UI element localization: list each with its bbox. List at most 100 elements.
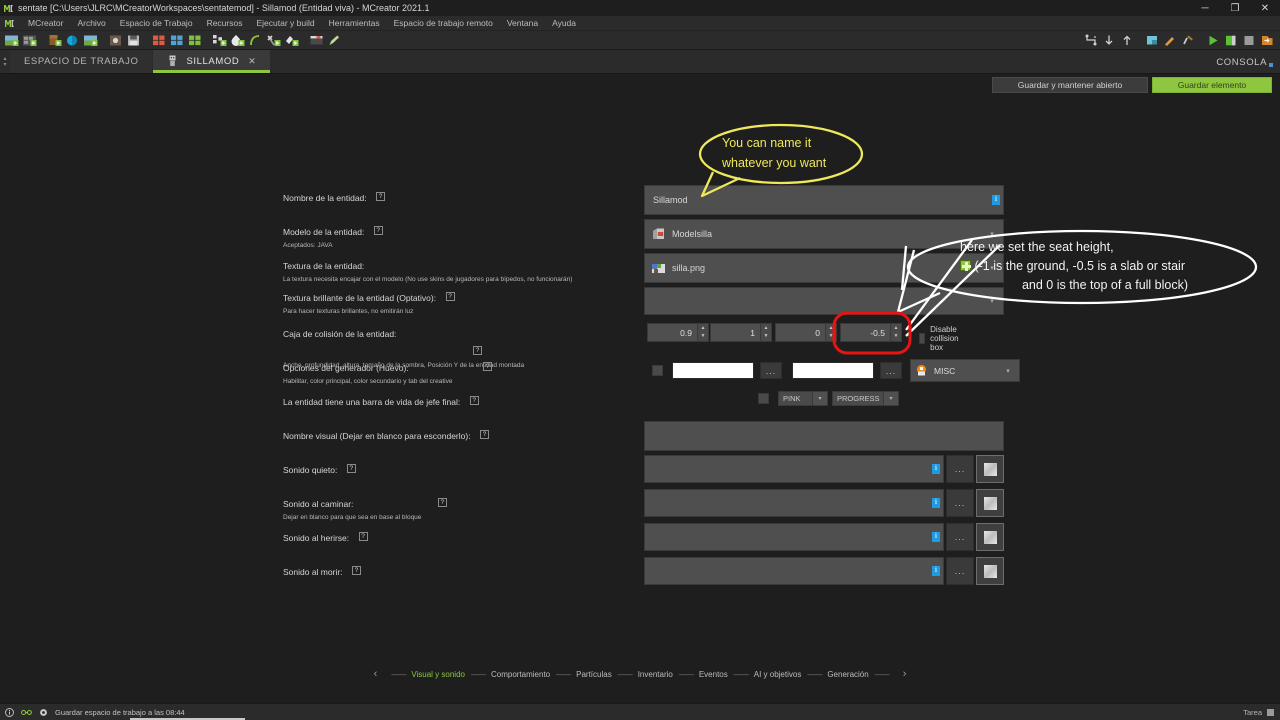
new-workspace-icon[interactable] <box>3 32 20 49</box>
menu-item-espacio-de-trabajo-remoto[interactable]: Espacio de trabajo remoto <box>387 16 500 31</box>
boss-bar-color-combo[interactable]: PINK ▾ <box>778 391 828 406</box>
spinner-up-icon[interactable]: ▲ <box>891 324 901 333</box>
paint-icon[interactable] <box>283 32 300 49</box>
gear-icon[interactable] <box>39 708 48 717</box>
glow-texture-combo[interactable]: ▾ <box>644 287 1004 315</box>
menu-item-ejecutar-y-build[interactable]: Ejecutar y build <box>249 16 321 31</box>
help-icon[interactable]: ? <box>351 566 361 576</box>
chevron-down-icon[interactable]: ▾ <box>812 392 827 405</box>
spinner-up-icon[interactable]: ▲ <box>761 324 771 333</box>
tab-espacio-de-trabajo[interactable]: ESPACIO DE TRABAJO <box>10 50 153 73</box>
layout-icon[interactable] <box>1082 32 1099 49</box>
entity-model-combo[interactable]: Modelsilla ▾ <box>644 219 1004 249</box>
step-sound-input[interactable] <box>644 489 944 517</box>
open-workspace-icon[interactable] <box>21 32 38 49</box>
gradle-icon[interactable] <box>1161 32 1178 49</box>
help-icon[interactable]: ? <box>358 532 368 542</box>
death-sound-play-button[interactable] <box>976 557 1004 585</box>
nav-item-visual-y-sonido[interactable]: Visual y sonido <box>409 670 467 679</box>
hurt-sound-play-button[interactable] <box>976 523 1004 551</box>
help-icon[interactable]: ? <box>469 396 479 406</box>
entity-name-input[interactable]: Sillamod <box>644 185 1004 215</box>
death-sound-input[interactable] <box>644 557 944 585</box>
texture-maker-icon[interactable] <box>82 32 99 49</box>
menu-item-mcreator[interactable]: MCreator <box>21 16 70 31</box>
hurt-sound-input[interactable] <box>644 523 944 551</box>
entity-texture-combo[interactable]: silla.png ▾ <box>644 253 1004 283</box>
chevron-down-icon[interactable]: ▾ <box>883 392 898 405</box>
menu-item-herramientas[interactable]: Herramientas <box>322 16 387 31</box>
tab-scroll-down-icon[interactable]: ▾ <box>3 62 6 68</box>
minimize-button[interactable]: ─ <box>1190 0 1220 16</box>
nav-item-comportamiento[interactable]: Comportamiento <box>489 670 552 679</box>
help-icon[interactable]: ? <box>473 346 482 356</box>
spinner-down-icon[interactable]: ▼ <box>698 333 708 342</box>
run-server-icon[interactable] <box>1222 32 1239 49</box>
help-icon[interactable]: ? <box>480 430 490 440</box>
chevron-down-icon[interactable]: ▾ <box>997 360 1019 381</box>
menu-item-espacio-de-trabajo[interactable]: Espacio de Trabajo <box>113 16 200 31</box>
spawn-egg-enable-checkbox[interactable] <box>652 365 663 376</box>
run-client-icon[interactable] <box>1204 32 1221 49</box>
step-sound-browse-button[interactable]: ... <box>946 489 974 517</box>
disable-collision-box-checkbox[interactable] <box>919 333 926 344</box>
help-icon[interactable]: ? <box>437 498 447 508</box>
collision-height-spinner[interactable]: 0 ▲ ▼ <box>775 323 837 342</box>
nav-item-ai-y-objetivos[interactable]: AI y objetivos <box>752 670 804 679</box>
disable-collision-box-checkbox-row[interactable]: Disable collision box <box>919 325 963 352</box>
nav-prev-icon[interactable]: ‹ <box>364 668 388 680</box>
save-element-button[interactable]: Guardar elemento <box>1152 77 1272 93</box>
maximize-button[interactable]: ❐ <box>1220 0 1250 16</box>
close-button[interactable]: ✕ <box>1250 0 1280 16</box>
spinner-buttons[interactable]: ▲ ▼ <box>760 324 771 341</box>
hammer-icon[interactable] <box>1179 32 1196 49</box>
help-icon[interactable]: ? <box>376 192 386 202</box>
curve-icon[interactable] <box>247 32 264 49</box>
blocks-grid-red-icon[interactable] <box>150 32 167 49</box>
new-mod-element-icon[interactable] <box>46 32 63 49</box>
particle-icon[interactable] <box>229 32 246 49</box>
boss-bar-type-combo[interactable]: PROGRESS ▾ <box>832 391 899 406</box>
download-icon[interactable] <box>1100 32 1117 49</box>
death-sound-browse-button[interactable]: ... <box>946 557 974 585</box>
spinner-buttons[interactable]: ▲ ▼ <box>890 324 901 341</box>
spawn-egg-primary-color-field[interactable] <box>672 362 754 379</box>
idle-sound-play-button[interactable] <box>976 455 1004 483</box>
spawn-egg-secondary-color-field[interactable] <box>792 362 874 379</box>
menu-item-recursos[interactable]: Recursos <box>200 16 250 31</box>
upload-icon[interactable] <box>1118 32 1135 49</box>
collision-depth-spinner[interactable]: 1 ▲ ▼ <box>710 323 772 342</box>
spinner-down-icon[interactable]: ▼ <box>826 333 836 342</box>
mounted-y-offset-spinner[interactable]: -0.5 ▲ ▼ <box>840 323 902 342</box>
nav-item-generacion[interactable]: Generación <box>825 670 870 679</box>
spawn-egg-primary-color-browse[interactable]: ... <box>760 362 782 379</box>
hurt-sound-browse-button[interactable]: ... <box>946 523 974 551</box>
spinner-buttons[interactable]: ▲ ▼ <box>697 324 708 341</box>
help-icon[interactable]: ? <box>483 362 493 372</box>
menu-item-archivo[interactable]: Archivo <box>70 16 112 31</box>
menu-item-ayuda[interactable]: Ayuda <box>545 16 583 31</box>
tab-scroll-buttons[interactable]: ▴ ▾ <box>0 50 10 73</box>
tab-sillamod[interactable]: SILLAMOD ✕ <box>153 50 271 73</box>
save-icon[interactable] <box>125 32 142 49</box>
step-sound-play-button[interactable] <box>976 489 1004 517</box>
tool-icon[interactable] <box>265 32 282 49</box>
spinner-down-icon[interactable]: ▼ <box>761 333 771 342</box>
nav-item-inventario[interactable]: Inventario <box>636 670 675 679</box>
nav-next-icon[interactable]: › <box>893 668 917 680</box>
spinner-up-icon[interactable]: ▲ <box>826 324 836 333</box>
info-badge-icon[interactable] <box>932 531 940 542</box>
nav-item-particulas[interactable]: Partículas <box>574 670 614 679</box>
help-icon[interactable]: ? <box>445 292 455 302</box>
nav-item-eventos[interactable]: Eventos <box>697 670 730 679</box>
blocks-grid-green-icon[interactable] <box>186 32 203 49</box>
info-icon[interactable] <box>5 707 14 717</box>
blocks-grid-blue-icon[interactable] <box>168 32 185 49</box>
idle-sound-input[interactable] <box>644 455 944 483</box>
stop-icon[interactable] <box>1240 32 1257 49</box>
idle-sound-browse-button[interactable]: ... <box>946 455 974 483</box>
info-badge-icon[interactable] <box>932 497 940 508</box>
info-badge-icon[interactable] <box>932 463 940 474</box>
export-icon[interactable] <box>1258 32 1275 49</box>
spinner-up-icon[interactable]: ▲ <box>698 324 708 333</box>
